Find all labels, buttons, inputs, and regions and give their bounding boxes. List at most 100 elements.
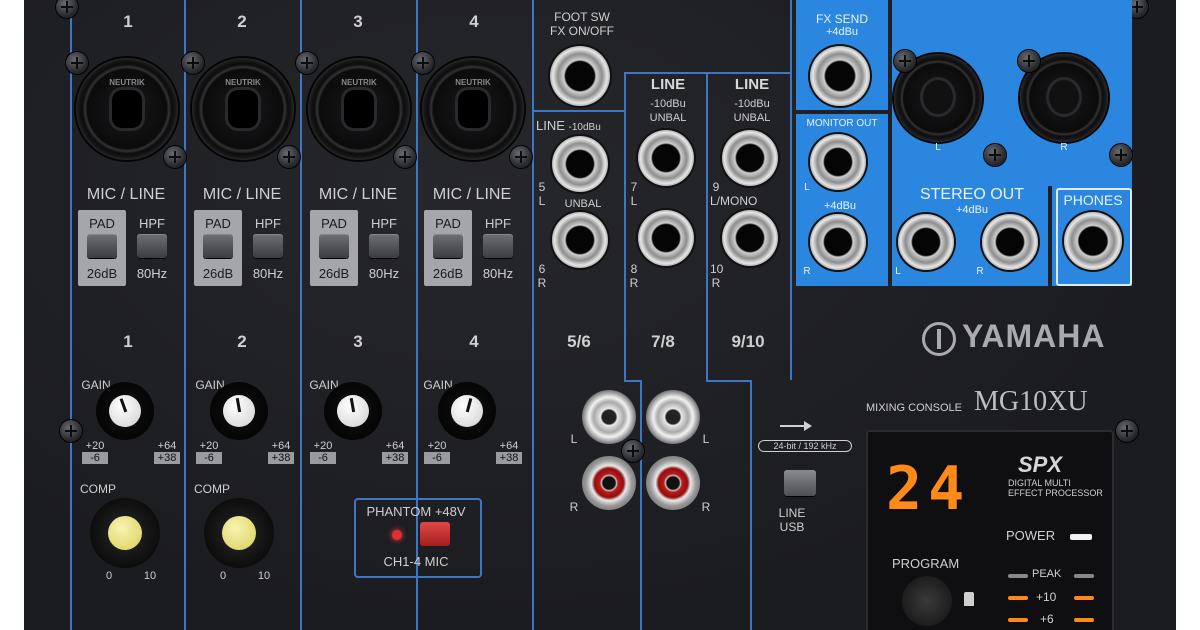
hpf-button-3[interactable] [369, 234, 399, 258]
jack-9-num: 9 [712, 180, 720, 194]
gain-knob-4[interactable] [438, 382, 496, 440]
meter-10-led-right [1074, 596, 1094, 600]
screw-icon [182, 52, 204, 74]
program-knob[interactable] [902, 576, 952, 626]
monitor-out-jack-l[interactable] [810, 134, 866, 190]
comp-label: COMP [194, 482, 230, 496]
screw-icon [510, 146, 532, 168]
line-usb-switch[interactable] [784, 470, 816, 496]
rca-l-label: L [570, 432, 578, 446]
phantom-switch[interactable] [420, 522, 450, 546]
screw-icon [394, 146, 416, 168]
fx-send-jack[interactable] [810, 46, 870, 106]
gain-knob-3[interactable] [324, 382, 382, 440]
pad-panel-2: PAD 26dB [194, 210, 242, 286]
comp-knob-1[interactable] [90, 498, 160, 568]
line-jack-10[interactable] [722, 210, 778, 266]
input-number-4: 4 [469, 12, 479, 31]
xlr-combo-jack-3[interactable]: NEUTRIK [308, 58, 410, 160]
rca-output-l[interactable] [646, 390, 700, 444]
meter-6-label: +6 [1040, 612, 1054, 626]
xlr-combo-jack-4[interactable]: NEUTRIK [422, 58, 524, 160]
channel-number-2: 2 [237, 332, 247, 351]
pad-value: 26dB [202, 266, 234, 281]
xlr-combo-jack-2[interactable]: NEUTRIK [192, 58, 294, 160]
rca-output-r[interactable] [646, 456, 700, 510]
screw-icon [412, 52, 434, 74]
channel-number-7-8: 7/8 [651, 332, 675, 351]
fx-send-level: +4dBu [825, 26, 859, 38]
meter-6-led-left [1008, 618, 1028, 622]
stereo-jack-r: R [976, 266, 984, 277]
spx-section: 24 SPX DIGITAL MULTI EFFECT PROCESSOR PO… [866, 430, 1114, 630]
jack-8-side: R [629, 276, 639, 290]
pad-label: PAD [205, 216, 231, 231]
hpf-value: 80Hz [368, 266, 400, 281]
model-name: MG10XU [974, 386, 1088, 417]
foot-sw-label: FOOT SW [554, 10, 610, 24]
channel-number-4: 4 [469, 332, 479, 351]
monitor-out-jack-r[interactable] [810, 214, 866, 270]
line-usb-line: LINE [778, 506, 806, 520]
gain-knob-2[interactable] [210, 382, 268, 440]
phones-jack[interactable] [1064, 212, 1122, 270]
pad-button-4[interactable] [433, 234, 463, 258]
foot-sw-jack[interactable] [550, 46, 610, 106]
hpf-button-4[interactable] [483, 234, 513, 258]
rca-l-label-2: L [702, 432, 710, 446]
stereo-out-jack-r[interactable] [982, 214, 1038, 270]
rca-input-l[interactable] [582, 390, 636, 444]
line-level-7-8: -10dBu [650, 98, 686, 110]
stereo-out-l: L [935, 142, 941, 153]
pad-button-3[interactable] [319, 234, 349, 258]
neutrik-logo: NEUTRIK [225, 78, 261, 87]
rca-r-label: R [569, 500, 579, 514]
pad-value: 26dB [432, 266, 464, 281]
line-jack-8[interactable] [638, 210, 694, 266]
comp-label: COMP [80, 482, 116, 496]
usb-spec: 24-bit / 192 kHz [758, 440, 852, 452]
rca-input-r[interactable] [582, 456, 636, 510]
gain-max-2: +38 [268, 452, 294, 464]
gain-min-2: -6 [82, 452, 108, 464]
line-jack-9[interactable] [722, 130, 778, 186]
hpf-label: HPF [371, 216, 397, 231]
line-level: -10dBu [568, 122, 601, 133]
pad-panel-3: PAD 26dB [310, 210, 358, 286]
screw-icon [1116, 420, 1138, 442]
comp-max: 10 [143, 570, 157, 582]
power-led-icon [1070, 534, 1092, 540]
jack-7-side: L [630, 194, 638, 208]
comp-knob-2[interactable] [204, 498, 274, 568]
xlr-combo-jack-1[interactable]: NEUTRIK [76, 58, 178, 160]
unbal-label: UNBAL [564, 198, 602, 210]
pad-button-1[interactable] [87, 234, 117, 258]
yamaha-tuning-fork-icon [922, 322, 956, 356]
gain-min: +20 [313, 440, 333, 452]
gain-min-2: -6 [424, 452, 450, 464]
stereo-out-jack-l[interactable] [898, 214, 954, 270]
push-icon [964, 592, 974, 606]
line-jack-5[interactable] [552, 136, 608, 192]
jack-6-side: R [537, 276, 547, 290]
mixer-panel: 1 2 3 4 NEUTRIK NEUTRIK NEUTRIK NEUTRIK … [24, 0, 1176, 630]
channel-number-9-10: 9/10 [731, 332, 765, 351]
gain-min: +20 [199, 440, 219, 452]
line-jack-6[interactable] [552, 212, 608, 268]
mic-line-label-2: MIC / LINE [202, 186, 282, 203]
gain-knob-1[interactable] [96, 382, 154, 440]
stereo-out-label: STEREO OUT [919, 186, 1024, 203]
screw-icon [622, 440, 644, 462]
phantom-led-icon [392, 530, 402, 540]
line-jack-7[interactable] [638, 130, 694, 186]
hpf-button-2[interactable] [253, 234, 283, 258]
hpf-label: HPF [139, 216, 165, 231]
pad-button-2[interactable] [203, 234, 233, 258]
jack-10-side: R [711, 276, 721, 290]
model-caption: MIXING CONSOLE [866, 402, 962, 414]
hpf-button-1[interactable] [137, 234, 167, 258]
peak-label: PEAK [1032, 568, 1062, 580]
mic-line-label-4: MIC / LINE [432, 186, 512, 203]
gain-max: +64 [499, 440, 519, 452]
line-label-5-6: LINE -10dBu [536, 118, 626, 133]
